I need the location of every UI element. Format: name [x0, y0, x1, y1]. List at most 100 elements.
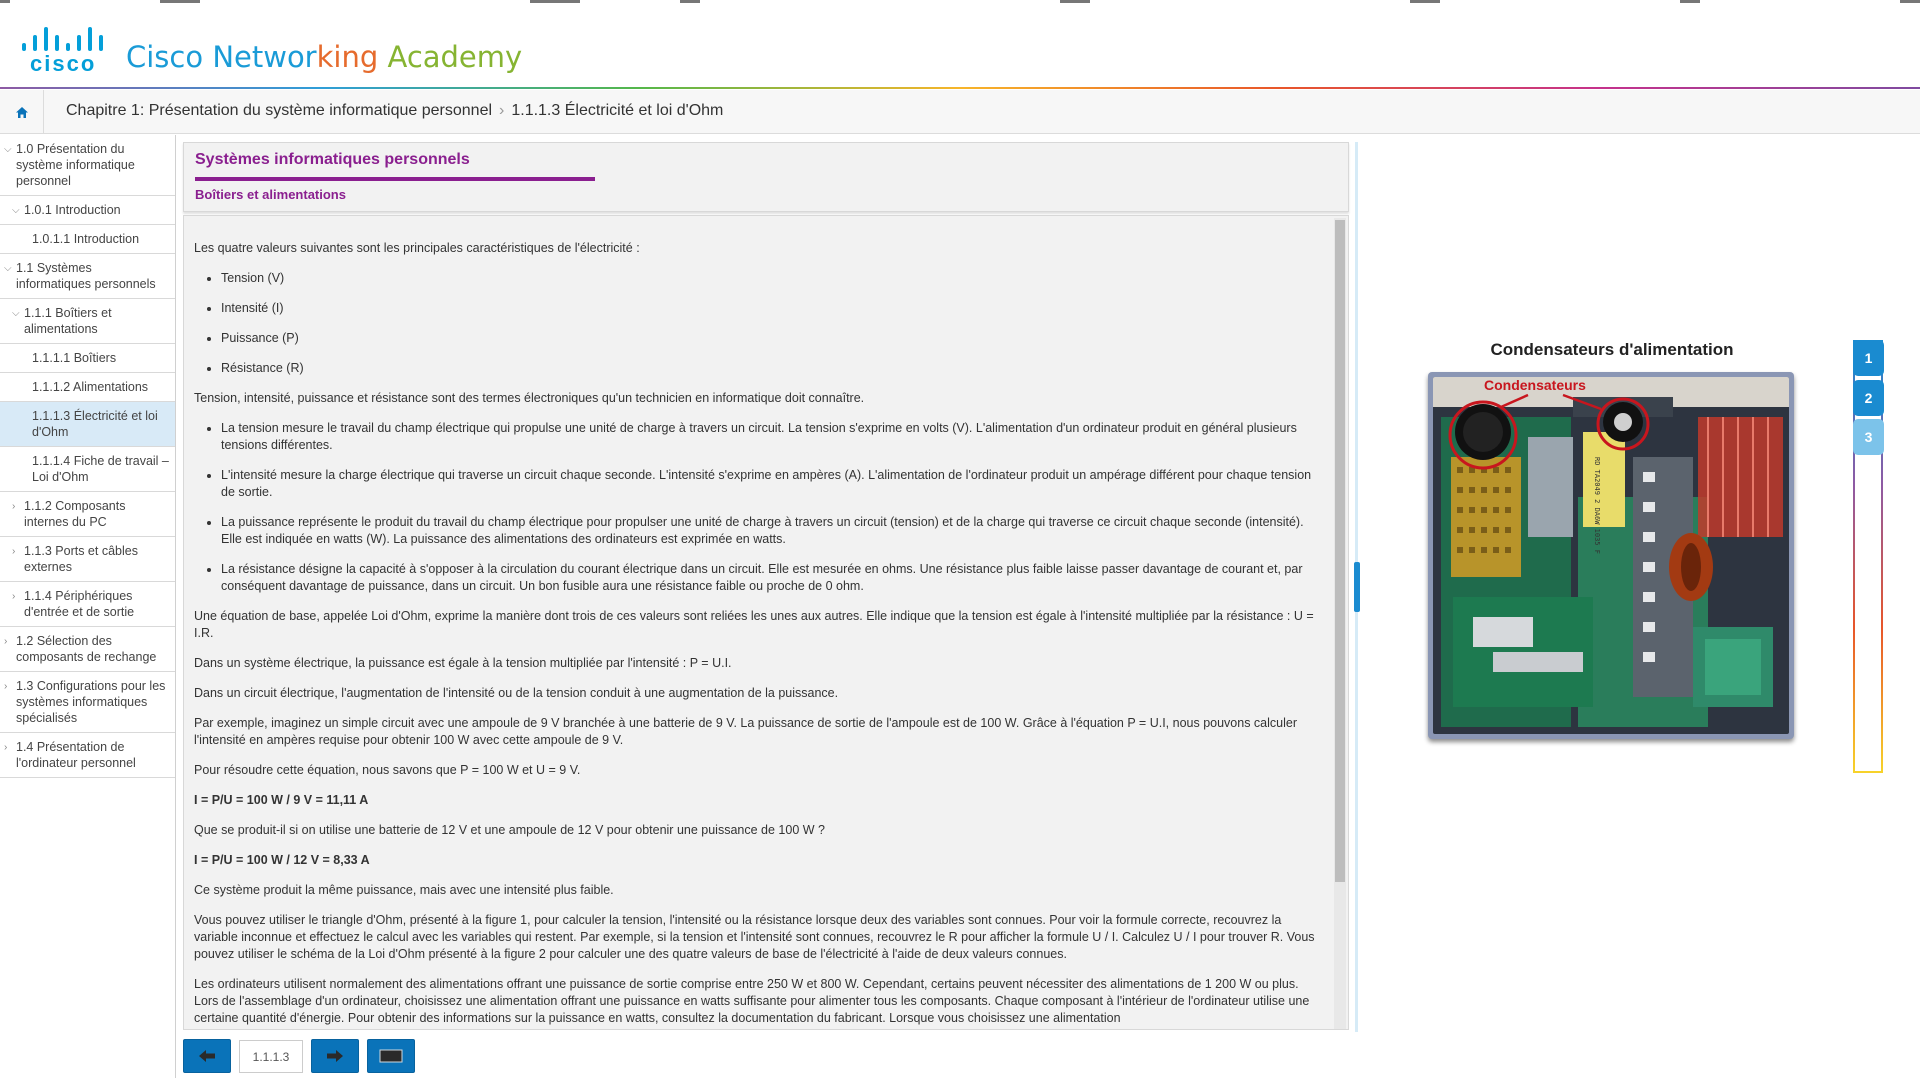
next-button[interactable]	[311, 1039, 359, 1073]
fullscreen-button[interactable]	[367, 1039, 415, 1073]
paragraph-ohm-law: Une équation de base, appelée Loi d'Ohm,…	[194, 609, 1314, 640]
list-item: Tension (V)	[221, 270, 1320, 287]
nav-item-label: 1.1.1.3 Électricité et loi d'Ohm	[32, 409, 158, 439]
nav-item-1-1[interactable]: ⌵ 1.1 Systèmes informatiques personnels	[0, 254, 175, 299]
chevron-right-icon: ›	[12, 591, 16, 602]
previous-button[interactable]	[183, 1039, 231, 1073]
fullscreen-icon	[379, 1049, 403, 1063]
nav-item-label: 1.1 Systèmes informatiques personnels	[16, 261, 156, 291]
values-list: Tension (V) Intensité (I) Puissance (P) …	[221, 270, 1320, 377]
nav-item-1-1-4[interactable]: › 1.1.4 Périphériques d'entrée et de sort…	[0, 582, 175, 627]
course-outline: ⌵ 1.0 Présentation du système informatiqu…	[0, 135, 176, 1078]
nav-item-1-1-1[interactable]: ⌵ 1.1.1 Boîtiers et alimentations	[0, 299, 175, 344]
brand-title-part-1: Cisco Networ	[126, 40, 317, 74]
nav-item-1-1-1-4[interactable]: 1.1.1.4 Fiche de travail – Loi d'Ohm	[0, 447, 175, 492]
chevron-down-icon: ⌵	[4, 263, 12, 274]
nav-item-1-1-1-1[interactable]: 1.1.1.1 Boîtiers	[0, 344, 175, 373]
breadcrumb-separator: ›	[499, 102, 505, 119]
chevron-right-icon: ›	[4, 636, 8, 647]
definition-resistance: La résistance désigne la capacité à s'op…	[221, 561, 1320, 595]
nav-item-label: 1.1.1 Boîtiers et alimentations	[24, 306, 112, 336]
pcb-marking: RD TA2049 2 DA6W 1035 F	[1593, 457, 1601, 554]
list-item: Puissance (P)	[221, 330, 1320, 347]
scrollbar-thumb[interactable]	[1335, 220, 1345, 882]
list-item: Résistance (R)	[221, 360, 1320, 377]
nav-item-label: 1.4 Présentation de l'ordinateur personn…	[16, 740, 136, 770]
breadcrumb-chapter[interactable]: Chapitre 1: Présentation du système info…	[66, 102, 492, 119]
panel-resize-handle[interactable]	[1354, 562, 1360, 612]
paragraph-psu: Les ordinateurs utilisent normalement de…	[194, 977, 1310, 1025]
content-header: Systèmes informatiques personnels Boîtie…	[183, 142, 1349, 212]
nav-item-label: 1.0.1 Introduction	[24, 203, 121, 217]
chevron-right-icon: ›	[12, 501, 16, 512]
nav-item-label: 1.1.3 Ports et câbles externes	[24, 544, 138, 574]
nav-item-1-0-1[interactable]: ⌵ 1.0.1 Introduction	[0, 196, 175, 225]
arrow-left-icon	[199, 1050, 215, 1062]
arrow-right-icon	[327, 1050, 343, 1062]
page-number: 1.1.1.3	[239, 1040, 303, 1073]
paragraph-solve: Pour résoudre cette équation, nous savon…	[194, 763, 581, 777]
paragraph-power-equation: Dans un système électrique, la puissance…	[194, 656, 732, 670]
cisco-wordmark: cisco	[30, 51, 97, 76]
breadcrumb-page: 1.1.1.3 Électricité et loi d'Ohm	[511, 102, 724, 119]
nav-item-label: 1.2 Sélection des composants de rechange	[16, 634, 157, 664]
calculation-1: I = P/U = 100 W / 9 V = 11,11 A	[194, 793, 369, 807]
paragraph-example: Par exemple, imaginez un simple circuit …	[194, 716, 1298, 747]
nav-item-label: 1.0.1.1 Introduction	[32, 232, 140, 246]
nav-item-label: 1.1.1.1 Boîtiers	[32, 351, 117, 365]
home-icon	[15, 106, 28, 118]
nav-item-1-3[interactable]: › 1.3 Configurations pour les systèmes in…	[0, 672, 175, 733]
nav-item-label: 1.1.1.2 Alimentations	[32, 380, 149, 394]
nav-item-1-1-1-3-active[interactable]: 1.1.1.3 Électricité et loi d'Ohm	[0, 402, 175, 447]
figure-tab-2[interactable]: 2	[1853, 380, 1884, 416]
figure-title: Condensateurs d'alimentation	[1490, 340, 1734, 359]
paragraph-triangle: Vous pouvez utiliser le triangle d'Ohm, …	[194, 913, 1315, 961]
list-item: Intensité (I)	[221, 300, 1320, 317]
nav-item-1-0[interactable]: ⌵ 1.0 Présentation du système informatiqu…	[0, 135, 175, 196]
title-underline	[195, 177, 595, 181]
text-panel: Les quatre valeurs suivantes sont les pr…	[183, 215, 1349, 1030]
chevron-right-icon: ›	[4, 681, 8, 692]
nav-item-label: 1.1.1.4 Fiche de travail – Loi d'Ohm	[32, 454, 169, 484]
brand-title: Cisco Networking Academy	[126, 40, 522, 74]
definitions-list: La tension mesure le travail du champ él…	[221, 420, 1320, 595]
nav-item-1-2[interactable]: › 1.2 Sélection des composants de rechang…	[0, 627, 175, 672]
capacitors-label: Condensateurs	[1484, 377, 1586, 393]
cisco-logo[interactable]: cisco	[22, 25, 106, 76]
paragraph-question: Que se produit-il si on utilise une batt…	[194, 823, 825, 837]
nav-item-label: 1.1.4 Périphériques d'entrée et de sorti…	[24, 589, 135, 619]
section-title: Systèmes informatiques personnels	[195, 151, 470, 168]
sub-title: Boîtiers et alimentations	[195, 187, 346, 202]
brand-title-part-3: Academy	[387, 40, 523, 74]
figure-tab-3[interactable]: 3	[1853, 419, 1884, 455]
paragraph-increase: Dans un circuit électrique, l'augmentati…	[194, 686, 839, 700]
rainbow-divider	[0, 87, 1920, 89]
definition-intensity: L'intensité mesure la charge électrique …	[221, 467, 1320, 501]
nav-item-label: 1.3 Configurations pour les systèmes inf…	[16, 679, 166, 725]
definition-power: La puissance représente le produit du tr…	[221, 514, 1320, 548]
nav-item-1-1-2[interactable]: › 1.1.2 Composants internes du PC	[0, 492, 175, 537]
chevron-down-icon: ⌵	[4, 144, 12, 155]
figure-frame: RD TA2049 2 DA6W 1035 F	[1428, 372, 1794, 739]
figure-tab-1[interactable]: 1	[1853, 340, 1884, 376]
cisco-bars-icon	[22, 25, 106, 51]
nav-item-label: 1.0 Présentation du système informatique…	[16, 142, 135, 188]
calculation-2: I = P/U = 100 W / 12 V = 8,33 A	[194, 853, 370, 867]
chevron-right-icon: ›	[4, 742, 8, 753]
nav-item-1-1-3[interactable]: › 1.1.3 Ports et câbles externes	[0, 537, 175, 582]
nav-item-label: 1.1.2 Composants internes du PC	[24, 499, 126, 529]
nav-item-1-1-1-2[interactable]: 1.1.1.2 Alimentations	[0, 373, 175, 402]
paragraph-same-power: Ce système produit la même puissance, ma…	[194, 883, 614, 897]
nav-item-1-4[interactable]: › 1.4 Présentation de l'ordinateur person…	[0, 733, 175, 778]
paragraph-intro: Les quatre valeurs suivantes sont les pr…	[194, 241, 640, 255]
breadcrumb: Chapitre 1: Présentation du système info…	[0, 90, 1920, 134]
nav-item-1-0-1-1[interactable]: 1.0.1.1 Introduction	[0, 225, 175, 254]
text-content: Les quatre valeurs suivantes sont les pr…	[184, 216, 1332, 1029]
header: cisco Cisco Networking Academy	[0, 3, 1920, 88]
paragraph-terms: Tension, intensité, puissance et résista…	[194, 391, 865, 405]
brand-title-part-2: king	[316, 40, 388, 74]
chevron-down-icon: ⌵	[12, 308, 20, 319]
chevron-down-icon: ⌵	[12, 205, 20, 216]
chevron-right-icon: ›	[12, 546, 16, 557]
home-button[interactable]	[0, 90, 44, 134]
